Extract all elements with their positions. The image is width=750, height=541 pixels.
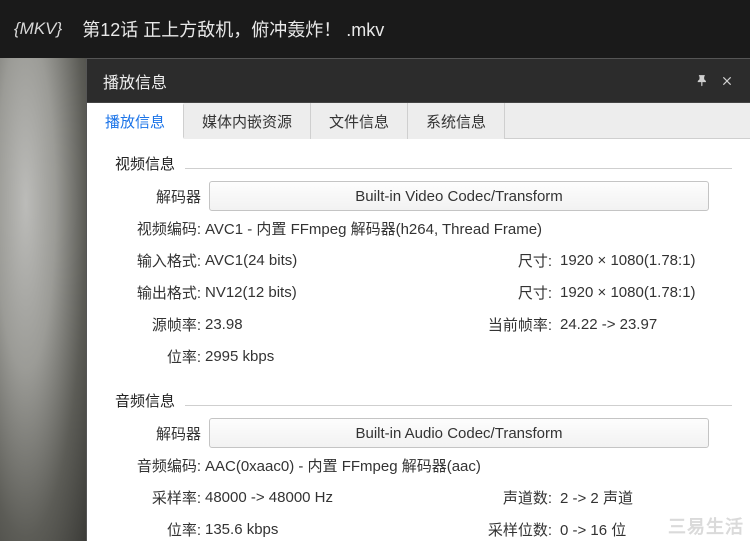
audio-samplerate-row: 采样率: 48000 -> 48000 Hz 声道数: 2 -> 2 声道 — [115, 481, 732, 513]
row-value: NV12(12 bits) — [205, 284, 297, 301]
row-sublabel: 采样位数: — [482, 519, 552, 540]
tab-embedded-resources[interactable]: 媒体内嵌资源 — [184, 103, 311, 139]
row-label: 输出格式: — [115, 282, 205, 303]
video-source-fps-row: 源帧率: 23.98 当前帧率: 24.22 -> 23.97 — [115, 308, 732, 340]
audio-group-title: 音频信息 — [115, 390, 175, 411]
row-label: 输入格式: — [115, 250, 205, 271]
close-icon[interactable] — [720, 74, 734, 88]
video-codec-row: 视频编码: AVC1 - 内置 FFmpeg 解码器(h264, Thread … — [115, 212, 732, 244]
video-output-fmt-row: 输出格式: NV12(12 bits) 尺寸: 1920 × 1080(1.78… — [115, 276, 732, 308]
row-value: AVC1(24 bits) — [205, 252, 297, 269]
audio-decoder-row: 解码器 Built-in Audio Codec/Transform — [115, 417, 732, 449]
row-subvalue: 24.22 -> 23.97 — [552, 316, 732, 333]
audio-decoder-button[interactable]: Built-in Audio Codec/Transform — [209, 418, 709, 448]
pin-icon[interactable] — [696, 74, 710, 88]
row-sublabel: 尺寸: — [482, 282, 552, 303]
video-decoder-row: 解码器 Built-in Video Codec/Transform — [115, 180, 732, 212]
tab-system-info[interactable]: 系统信息 — [408, 103, 505, 139]
video-decoder-button[interactable]: Built-in Video Codec/Transform — [209, 181, 709, 211]
row-value: 48000 -> 48000 Hz — [205, 489, 333, 506]
video-bitrate-row: 位率: 2995 kbps — [115, 340, 732, 372]
window-titlebar: {MKV} 第12话 正上方敌机，俯冲轰炸！ .mkv — [0, 0, 750, 58]
row-label: 位率: — [115, 519, 205, 540]
panel-body: 视频信息 解码器 Built-in Video Codec/Transform … — [87, 139, 750, 541]
tab-playback-info[interactable]: 播放信息 — [87, 103, 184, 139]
video-group-title: 视频信息 — [115, 153, 175, 174]
row-label: 位率: — [115, 346, 205, 367]
row-label: 音频编码: — [115, 455, 205, 476]
row-subvalue: 1920 × 1080(1.78:1) — [552, 284, 732, 301]
window-title: 第12话 正上方敌机，俯冲轰炸！ .mkv — [82, 16, 384, 42]
row-value: 2995 kbps — [205, 348, 274, 365]
panel-title-text: 播放信息 — [103, 69, 167, 93]
audio-info-group: 音频信息 解码器 Built-in Audio Codec/Transform … — [115, 390, 732, 541]
video-decoder-label: 解码器 — [115, 186, 205, 207]
row-value: 23.98 — [205, 316, 243, 333]
row-sublabel: 声道数: — [482, 487, 552, 508]
panel-titlebar: 播放信息 — [87, 59, 750, 103]
video-viewport[interactable] — [0, 58, 86, 541]
row-value: AVC1 - 内置 FFmpeg 解码器(h264, Thread Frame) — [205, 218, 542, 239]
tab-file-info[interactable]: 文件信息 — [311, 103, 408, 139]
row-subvalue: 2 -> 2 声道 — [552, 487, 732, 508]
row-label: 视频编码: — [115, 218, 205, 239]
playback-info-panel: 播放信息 播放信息 媒体内嵌资源 文件信息 系统信息 视频信息 解码器 Buil… — [86, 58, 750, 541]
audio-bitrate-row: 位率: 135.6 kbps 采样位数: 0 -> 16 位 — [115, 513, 732, 541]
tab-bar: 播放信息 媒体内嵌资源 文件信息 系统信息 — [87, 103, 750, 139]
video-info-group: 视频信息 解码器 Built-in Video Codec/Transform … — [115, 153, 732, 372]
audio-decoder-label: 解码器 — [115, 423, 205, 444]
row-sublabel: 当前帧率: — [482, 314, 552, 335]
audio-codec-row: 音频编码: AAC(0xaac0) - 内置 FFmpeg 解码器(aac) — [115, 449, 732, 481]
row-value: 135.6 kbps — [205, 521, 278, 538]
row-subvalue: 0 -> 16 位 — [552, 519, 732, 540]
row-value: AAC(0xaac0) - 内置 FFmpeg 解码器(aac) — [205, 455, 481, 476]
row-label: 采样率: — [115, 487, 205, 508]
row-label: 源帧率: — [115, 314, 205, 335]
video-input-fmt-row: 输入格式: AVC1(24 bits) 尺寸: 1920 × 1080(1.78… — [115, 244, 732, 276]
file-ext-tag: {MKV} — [14, 19, 62, 39]
row-sublabel: 尺寸: — [482, 250, 552, 271]
row-subvalue: 1920 × 1080(1.78:1) — [552, 252, 732, 269]
